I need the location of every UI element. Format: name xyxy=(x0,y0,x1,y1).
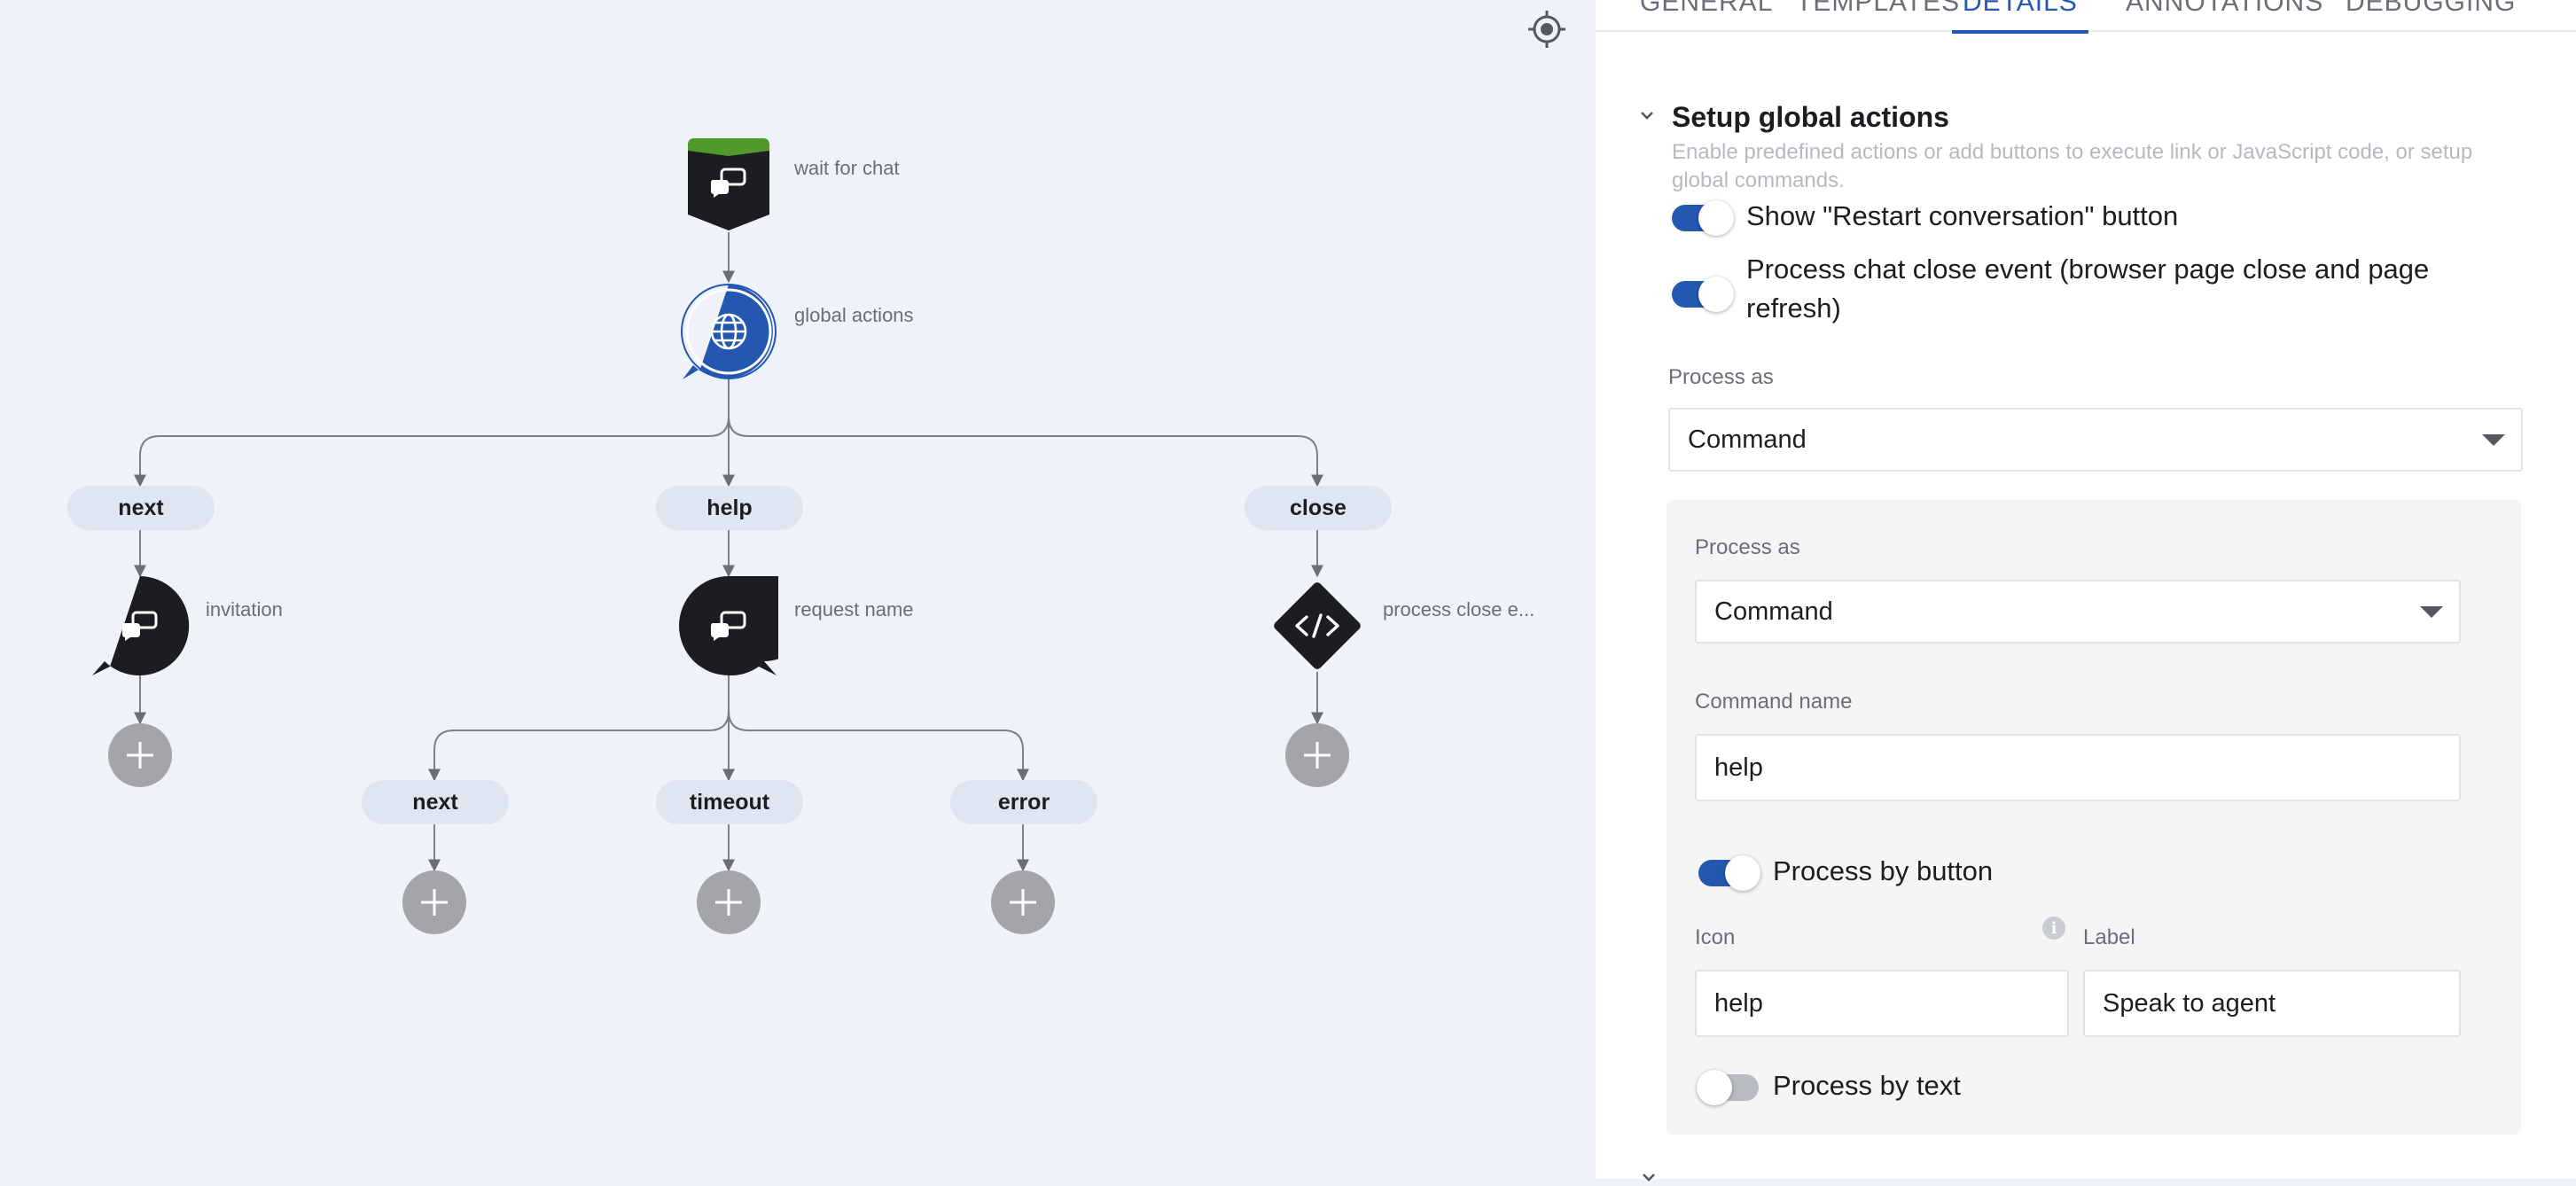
code-icon xyxy=(1295,613,1339,638)
chat-bubbles-icon xyxy=(711,168,746,198)
toggle-knob xyxy=(1725,855,1760,891)
branch-error[interactable]: error xyxy=(950,780,1097,824)
add-node-button-error[interactable] xyxy=(991,870,1055,934)
node-request-name[interactable] xyxy=(679,562,814,676)
tab-general[interactable]: GENERAL xyxy=(1640,0,1773,30)
command-name-label: Command name xyxy=(1695,690,1853,714)
add-node-button-invitation[interactable] xyxy=(108,723,172,787)
chevron-down-icon[interactable] xyxy=(1638,106,1656,124)
toggle-knob xyxy=(1697,1070,1732,1105)
toggle-knob xyxy=(1698,200,1734,236)
node-label-global-actions: global actions xyxy=(794,304,914,326)
card-process-as-select[interactable]: Command xyxy=(1695,580,2461,644)
add-node-button-timeout[interactable] xyxy=(697,870,761,934)
flow-canvas[interactable]: wait for chat global actions next help c… xyxy=(0,0,1596,1179)
process-by-text-label: Process by text xyxy=(1773,1070,1961,1101)
section-description: Enable predefined actions or add buttons… xyxy=(1672,140,2473,192)
chat-bubbles-icon xyxy=(122,611,158,641)
section-title: Setup global actions xyxy=(1672,101,1949,133)
node-label-wait-for-chat: wait for chat xyxy=(794,157,900,179)
toggle-knob xyxy=(1698,277,1734,312)
node-label-request-name: request name xyxy=(794,598,914,620)
process-as-value: Command xyxy=(1688,425,1807,454)
node-label-invitation: invitation xyxy=(206,598,283,620)
tab-templates[interactable]: TEMPLATES xyxy=(1796,0,1960,30)
node-process-close[interactable] xyxy=(1268,576,1367,675)
card-process-as-label: Process as xyxy=(1695,535,1800,559)
close-event-label: Process chat close event (browser page c… xyxy=(1746,254,2430,324)
node-wait-for-chat[interactable] xyxy=(684,137,773,232)
restart-conversation-toggle[interactable] xyxy=(1672,200,1734,236)
dropdown-caret-icon xyxy=(2420,606,2443,618)
process-by-button-toggle[interactable] xyxy=(1698,855,1760,891)
globe-icon xyxy=(710,313,747,350)
command-name-input[interactable] xyxy=(1695,734,2461,801)
node-invitation[interactable] xyxy=(90,576,190,675)
branch-close[interactable]: close xyxy=(1245,486,1392,530)
process-by-text-toggle[interactable] xyxy=(1697,1070,1759,1105)
crosshair-icon[interactable] xyxy=(1526,9,1567,50)
chevron-down-icon[interactable] xyxy=(1640,1168,1658,1186)
icon-input[interactable] xyxy=(1695,970,2069,1037)
branch-next[interactable]: next xyxy=(67,486,215,530)
chat-bubbles-icon xyxy=(711,611,746,641)
panel-tabs: GENERAL TEMPLATES DETAILS ANNOTATIONS DE… xyxy=(1596,0,2576,34)
details-panel: GENERAL TEMPLATES DETAILS ANNOTATIONS DE… xyxy=(1596,0,2576,1182)
label-input[interactable] xyxy=(2083,970,2461,1037)
card-process-as-value: Command xyxy=(1714,597,1833,626)
branch-timeout[interactable]: timeout xyxy=(656,780,803,824)
icon-field-label: Icon xyxy=(1695,925,1736,949)
node-label-process-close: process close e... xyxy=(1383,598,1535,620)
info-icon[interactable]: i xyxy=(2042,917,2065,940)
branch-help[interactable]: help xyxy=(656,486,803,530)
command-card: Process as Command Command name Process … xyxy=(1667,500,2521,1135)
dropdown-caret-icon xyxy=(2482,434,2505,446)
process-by-button-label: Process by button xyxy=(1773,855,1994,886)
close-event-toggle[interactable] xyxy=(1672,277,1734,312)
add-node-button-next[interactable] xyxy=(402,870,466,934)
process-as-select[interactable]: Command xyxy=(1668,408,2523,472)
tab-details[interactable]: DETAILS xyxy=(1952,0,2088,34)
tab-debugging[interactable]: DEBUGGING xyxy=(2346,0,2516,30)
restart-conversation-label: Show "Restart conversation" button xyxy=(1746,200,2179,231)
process-as-label: Process as xyxy=(1668,365,1774,389)
node-global-actions[interactable] xyxy=(679,282,778,381)
branch-next-request[interactable]: next xyxy=(362,780,509,824)
tab-annotations[interactable]: ANNOTATIONS xyxy=(2126,0,2323,30)
add-node-button-process-close[interactable] xyxy=(1285,723,1349,787)
label-field-label: Label xyxy=(2083,925,2135,949)
